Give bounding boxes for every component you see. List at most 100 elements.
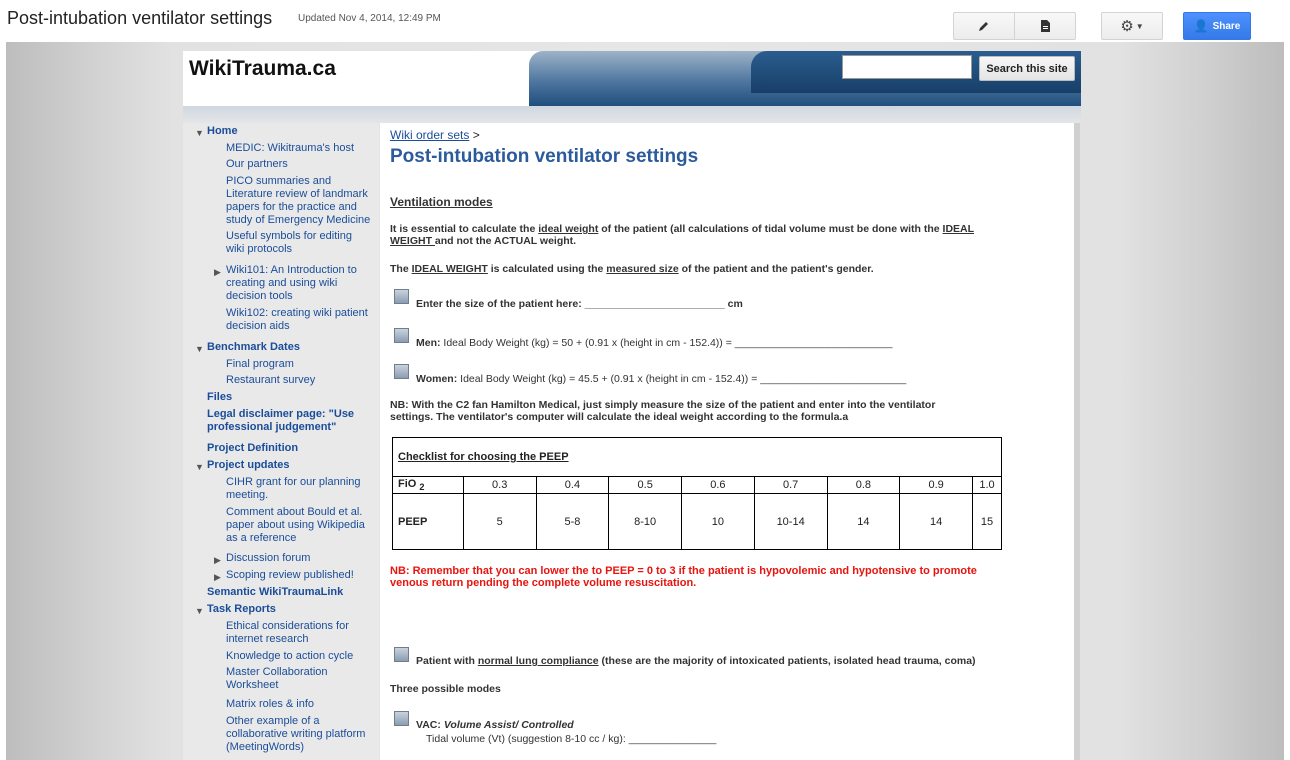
page-title: Post-intubation ventilator settings: [7, 8, 273, 28]
share-button[interactable]: 👤 Share: [1183, 12, 1251, 40]
sidebar-item[interactable]: MEDIC: Wikitrauma's host: [226, 142, 354, 155]
text: The: [390, 263, 412, 275]
table-cell: 14: [899, 493, 973, 550]
vac-checkbox[interactable]: [394, 711, 409, 726]
expand-arrow-icon[interactable]: ▶: [214, 571, 221, 584]
vac-label: VAC:: [416, 719, 444, 731]
site-title[interactable]: WikiTrauma.ca: [189, 57, 336, 81]
sidebar-item[interactable]: collaborative writing platform: [226, 728, 365, 741]
sidebar-item-task-reports[interactable]: Task Reports: [207, 603, 276, 616]
text: It is essential to calculate the: [390, 223, 539, 235]
ideal-weight-link[interactable]: ideal weight: [538, 223, 598, 235]
women-formula-text: Ideal Body Weight (kg) = 45.5 + (0.91 x …: [457, 373, 907, 385]
sidebar-item[interactable]: as a reference: [226, 532, 296, 545]
sidebar-item[interactable]: Master Collaboration: [226, 666, 328, 679]
expand-arrow-icon[interactable]: ▶: [214, 554, 221, 567]
table-title: Checklist for choosing the PEEP: [398, 451, 569, 463]
fio-label: FiO: [398, 477, 417, 490]
sidebar-item[interactable]: Restaurant survey: [226, 374, 315, 387]
paragraph-ideal-weight: It is essential to calculate the ideal w…: [390, 223, 1030, 247]
sidebar-item[interactable]: Ethical considerations for: [226, 620, 349, 633]
table-cell: 8-10: [608, 493, 683, 550]
sidebar-item[interactable]: Discussion forum: [226, 552, 310, 565]
sidebar-item-project-updates[interactable]: Project updates: [207, 459, 290, 472]
sidebar-item[interactable]: Wiki102: creating wiki patient: [226, 307, 368, 320]
collapse-arrow-icon[interactable]: ▼: [195, 461, 204, 474]
breadcrumb-link[interactable]: Wiki order sets: [390, 128, 469, 142]
sidebar-item[interactable]: Worksheet: [226, 679, 278, 692]
three-modes-heading: Three possible modes: [390, 683, 501, 695]
sidebar-item-files[interactable]: Files: [207, 391, 232, 404]
content-heading: Post-intubation ventilator settings: [390, 146, 699, 167]
sidebar-item[interactable]: Scoping review published!: [226, 569, 354, 582]
sidebar-item[interactable]: creating and using wiki: [226, 277, 337, 290]
women-checkbox[interactable]: [394, 364, 409, 379]
sidebar-item-benchmark[interactable]: Benchmark Dates: [207, 341, 300, 354]
sidebar-item[interactable]: PICO summaries and: [226, 175, 331, 188]
sidebar-item[interactable]: Literature review of landmark: [226, 188, 368, 201]
vac-title: Volume Assist/ Controlled: [443, 719, 574, 731]
collapse-arrow-icon[interactable]: ▼: [195, 605, 204, 618]
sidebar-item[interactable]: meeting.: [226, 489, 268, 502]
peep-label: PEEP: [392, 493, 464, 550]
men-formula: Men: Ideal Body Weight (kg) = 50 + (0.91…: [416, 337, 892, 349]
search-input[interactable]: [842, 55, 972, 79]
sidebar-item[interactable]: Useful symbols for editing: [226, 230, 352, 243]
size-checkbox[interactable]: [394, 289, 409, 304]
table-cell: 10-14: [753, 493, 828, 550]
content-scrollbar[interactable]: [1074, 123, 1080, 760]
normal-lung-link[interactable]: normal lung compliance: [478, 655, 599, 667]
table-cell: 0.6: [681, 476, 755, 494]
sidebar-item[interactable]: decision aids: [226, 320, 290, 333]
pencil-icon: [979, 22, 988, 31]
sidebar-item-project-definition[interactable]: Project Definition: [207, 442, 298, 455]
table-cell: 0.4: [535, 476, 610, 494]
collapse-arrow-icon[interactable]: ▼: [195, 127, 204, 140]
men-label: Men:: [416, 337, 441, 349]
fio-row: FiO 2 0.3 0.4 0.5 0.6 0.7 0.8 0.9 1.0: [392, 476, 1003, 494]
text: NB: Remember that you can lower the to P…: [390, 565, 977, 577]
vac-mode: VAC: Volume Assist/ Controlled: [416, 719, 574, 731]
text: of the patient and the patient's gender.: [678, 263, 874, 275]
sidebar-item[interactable]: Comment about Bould et al.: [226, 506, 362, 519]
sidebar-item[interactable]: decision tools: [226, 290, 293, 303]
text: settings. The ventilator's computer will…: [390, 411, 849, 423]
normal-lung-checkbox[interactable]: [394, 647, 409, 662]
sidebar-item[interactable]: Knowledge to action cycle: [226, 650, 353, 663]
men-formula-text: Ideal Body Weight (kg) = 50 + (0.91 x (h…: [440, 337, 893, 349]
updated-timestamp: Updated Nov 4, 2014, 12:49 PM: [298, 13, 441, 24]
top-bar: Post-intubation ventilator settings Upda…: [0, 0, 1290, 42]
sidebar-item-semantic[interactable]: Semantic WikiTraumaLink: [207, 586, 343, 599]
nb-peep-warning: NB: Remember that you can lower the to P…: [390, 565, 1070, 589]
text: Patient with: [416, 655, 478, 667]
sidebar-item[interactable]: Wiki101: An Introduction to: [226, 264, 357, 277]
text: venous return pending the complete volum…: [390, 577, 697, 589]
sidebar-item[interactable]: (MeetingWords): [226, 741, 304, 754]
sidebar-item-home[interactable]: Home: [207, 125, 238, 138]
header-title-card: WikiTrauma.ca: [183, 51, 529, 106]
sidebar-item[interactable]: CIHR grant for our planning: [226, 476, 361, 489]
collapse-arrow-icon[interactable]: ▼: [195, 343, 204, 356]
sidebar-item[interactable]: internet research: [226, 633, 309, 646]
table-cell: 0.7: [753, 476, 828, 494]
search-button[interactable]: Search this site: [979, 56, 1075, 81]
table-cell: 5: [462, 493, 537, 550]
sidebar-item[interactable]: papers for the practice and: [226, 201, 357, 214]
men-checkbox[interactable]: [394, 328, 409, 343]
sidebar-item[interactable]: Our partners: [226, 158, 288, 171]
edit-page-button[interactable]: [953, 12, 1015, 40]
women-formula: Women: Ideal Body Weight (kg) = 45.5 + (…: [416, 373, 906, 385]
sidebar-item[interactable]: Matrix roles & info: [226, 698, 314, 711]
sidebar-item[interactable]: wiki protocols: [226, 243, 292, 256]
sidebar-item[interactable]: paper about using Wikipedia: [226, 519, 365, 532]
table-cell: 14: [826, 493, 901, 550]
sidebar-item-legal[interactable]: Legal disclaimer page: "Use: [207, 408, 354, 421]
sidebar-item[interactable]: Other example of a: [226, 715, 320, 728]
expand-arrow-icon[interactable]: ▶: [214, 266, 221, 279]
sidebar-item[interactable]: Final program: [226, 358, 294, 371]
sidebar-item-legal-2[interactable]: professional judgement": [207, 421, 336, 434]
sidebar-item[interactable]: study of Emergency Medicine: [226, 214, 370, 227]
settings-button[interactable]: ⚙ ▼: [1101, 12, 1163, 40]
table-title-cell: Checklist for choosing the PEEP: [392, 437, 1002, 477]
new-page-button[interactable]: [1014, 12, 1076, 40]
